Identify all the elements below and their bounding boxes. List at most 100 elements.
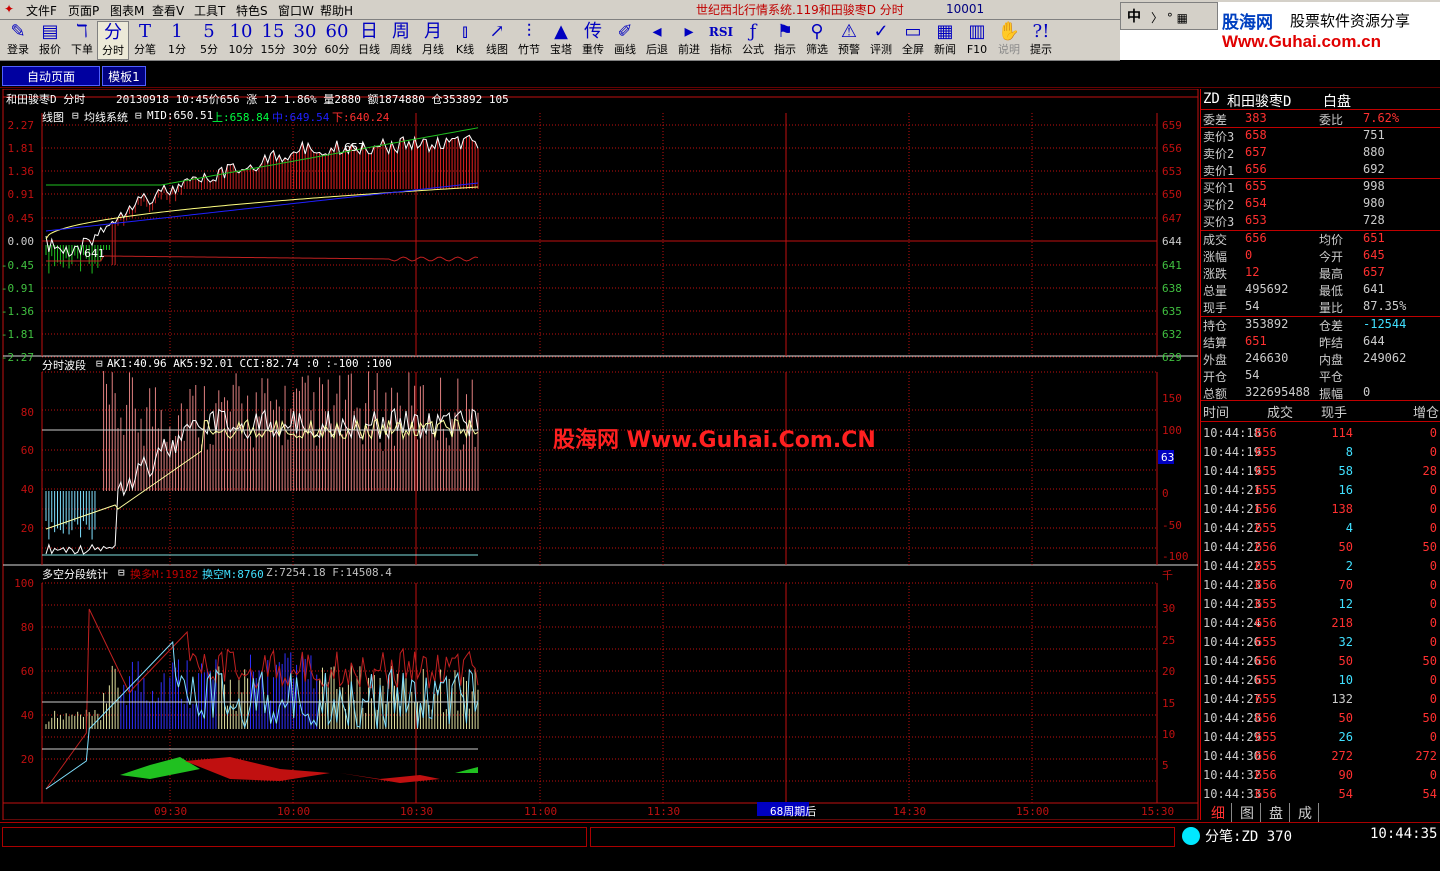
chart-area[interactable]: 2.27 659 1.81 656 1.36 653 0.91 650 0.45 647 0.00 6…: [0, 89, 1200, 820]
stat1-v1-4: 54: [1245, 299, 1260, 313]
bid-price-0: 655: [1245, 179, 1267, 193]
menu-tools[interactable]: 工具T: [194, 2, 225, 19]
toolbar-button-21[interactable]: ▸ 前进: [673, 21, 705, 60]
quote-tab-0[interactable]: 细: [1211, 803, 1232, 823]
toolbar-button-27[interactable]: ✓ 评测: [865, 21, 897, 60]
toolbar-button-16[interactable]: ⫶ 竹节: [513, 21, 545, 60]
trade-row: 10:44:21 655 16 0: [1201, 483, 1440, 502]
p1-right-tick-1: 656: [1162, 142, 1182, 155]
toolbar-button-9[interactable]: 30 30分: [289, 21, 321, 60]
ime-options-icon[interactable]: 〉 ° ▦: [1151, 9, 1188, 26]
p2-left-tick-2: 40: [21, 483, 34, 496]
toolbar-button-8[interactable]: 15 15分: [257, 21, 289, 60]
toolbar-icon-29: ▦: [936, 21, 954, 42]
trade-vol: 50: [1338, 711, 1353, 725]
toolbar-button-26[interactable]: ⚠ 预警: [833, 21, 865, 60]
panel2-title[interactable]: 分时波段: [42, 357, 86, 373]
window-title: 世纪西北行情系统.119和田骏枣D 分时: [696, 3, 904, 17]
p1-left-tick-7: -0.91: [1, 282, 34, 295]
stat1-v2-4: 87.35%: [1363, 299, 1407, 313]
p3-right-tick-6: 5: [1162, 759, 1169, 772]
menu-chart[interactable]: 图表M: [110, 2, 144, 19]
quote-tab-1[interactable]: 图: [1240, 803, 1261, 823]
stat2-v2-0: -12544: [1363, 317, 1407, 331]
toolbar-icon-30: ▥: [968, 21, 986, 42]
menu-view[interactable]: 查看V: [152, 2, 184, 19]
toolbar-button-6[interactable]: 5 5分: [193, 21, 225, 60]
toolbar-button-0[interactable]: ✎ 登录: [2, 21, 34, 60]
toolbar-button-3[interactable]: 分分时: [97, 21, 129, 60]
toolbar-button-4[interactable]: T 分笔: [129, 21, 161, 60]
stat2-v1-4: 322695488: [1245, 385, 1311, 399]
toolbar-button-19[interactable]: ✐ 画线: [609, 21, 641, 60]
toolbar-button-22[interactable]: RSI 指标: [705, 21, 737, 60]
toolbar-label-31: 说明: [998, 43, 1020, 56]
page-tabs: 自动页面 模板1: [0, 62, 1440, 88]
toolbar-button-5[interactable]: 1 1分: [161, 21, 193, 60]
toolbar-button-32[interactable]: ?! 提示: [1025, 21, 1057, 60]
p3-left-tick-2: 60: [21, 665, 34, 678]
toolbar-button-24[interactable]: ⚑ 指示: [769, 21, 801, 60]
app-logo-icon[interactable]: ✦: [4, 2, 14, 16]
toolbar-button-10[interactable]: 60 60分: [321, 21, 353, 60]
menu-help[interactable]: 帮助H: [320, 2, 353, 19]
toolbar-button-1[interactable]: ▤ 报价: [34, 21, 66, 60]
menu-page[interactable]: 页面P: [68, 2, 99, 19]
bid-price-2: 653: [1245, 213, 1267, 227]
toolbar-button-11[interactable]: 日日线: [353, 21, 385, 60]
toolbar-button-14[interactable]: ⫾ K线: [449, 21, 481, 60]
toolbar-button-20[interactable]: ◂ 后退: [641, 21, 673, 60]
toolbar-button-25[interactable]: ⚲ 筛选: [801, 21, 833, 60]
trade-price: 655: [1255, 635, 1277, 649]
ime-mode-icon[interactable]: 中: [1127, 6, 1141, 26]
menu-file[interactable]: 文件F: [26, 2, 57, 19]
panel1-collapse-icon[interactable]: ⊟: [72, 109, 79, 122]
toolbar-button-31[interactable]: ✋ 说明: [993, 21, 1025, 60]
toolbar-button-30[interactable]: ▥ F10: [961, 21, 993, 60]
trade-price: 656: [1255, 426, 1277, 440]
panel3-title[interactable]: 多空分段统计: [42, 566, 108, 582]
toolbar-button-2[interactable]: ℸ 下单: [66, 21, 98, 60]
toolbar-button-23[interactable]: ƒ 公式: [737, 21, 769, 60]
stat1-l2-0: 均价: [1319, 233, 1344, 247]
panel1-collapse2-icon[interactable]: ⊟: [135, 109, 142, 122]
panel2-collapse-icon[interactable]: ⊟: [96, 357, 103, 370]
tab-auto-page[interactable]: 自动页面: [2, 66, 100, 86]
panel1-indicator2[interactable]: 均线系统: [84, 109, 128, 125]
window-code: 10001: [946, 2, 985, 16]
trade-row: 10:44:22 655 4 0: [1201, 521, 1440, 540]
toolbar-label-24: 指示: [774, 43, 796, 56]
toolbar-button-12[interactable]: 周周线: [385, 21, 417, 60]
panel1-down: 下:640.24: [332, 111, 390, 124]
toolbar: ✎ 登录 ▤ 报价 ℸ 下单分分时 T 分笔 1 1分 5 5分 10 10分 15 15分 30 30分 60 60…: [0, 20, 1120, 61]
toolbar-button-15[interactable]: ↗ 线图: [481, 21, 513, 60]
trade-price: 656: [1255, 540, 1277, 554]
p1-left-tick-4: 0.45: [8, 212, 35, 225]
panel1-indicator[interactable]: 线图: [42, 109, 64, 125]
status-input-2[interactable]: [590, 827, 1175, 847]
toolbar-button-17[interactable]: ▲ 宝塔: [545, 21, 577, 60]
trade-oi: 50: [1422, 654, 1437, 668]
toolbar-label-20: 后退: [646, 43, 668, 56]
ime-toolbar[interactable]: 中 〉 ° ▦: [1120, 2, 1218, 30]
quote-tab-2[interactable]: 盘: [1269, 803, 1290, 823]
panel3-collapse-icon[interactable]: ⊟: [118, 566, 125, 579]
status-input-1[interactable]: [2, 827, 587, 847]
tab-template-1[interactable]: 模板1: [102, 66, 146, 86]
p1-down-line: [46, 255, 479, 262]
menu-special[interactable]: 特色S: [236, 2, 268, 19]
toolbar-label-14: K线: [455, 43, 475, 56]
toolbar-button-18[interactable]: 传重传: [577, 21, 609, 60]
trade-vol: 272: [1331, 749, 1353, 763]
stat1-l1-3: 总量: [1203, 284, 1228, 298]
menu-window[interactable]: 窗口W: [278, 2, 314, 19]
trade-time: 10:44:23: [1203, 597, 1261, 611]
toolbar-button-29[interactable]: ▦ 新闻: [929, 21, 961, 60]
stat1-l1-4: 现手: [1203, 301, 1228, 315]
quote-tab-3[interactable]: 成: [1298, 803, 1319, 823]
toolbar-button-7[interactable]: 10 10分: [225, 21, 257, 60]
toolbar-button-28[interactable]: ▭ 全屏: [897, 21, 929, 60]
trade-oi: 54: [1422, 787, 1437, 801]
toolbar-button-13[interactable]: 月月线: [417, 21, 449, 60]
q-sep-0: [1201, 109, 1440, 110]
